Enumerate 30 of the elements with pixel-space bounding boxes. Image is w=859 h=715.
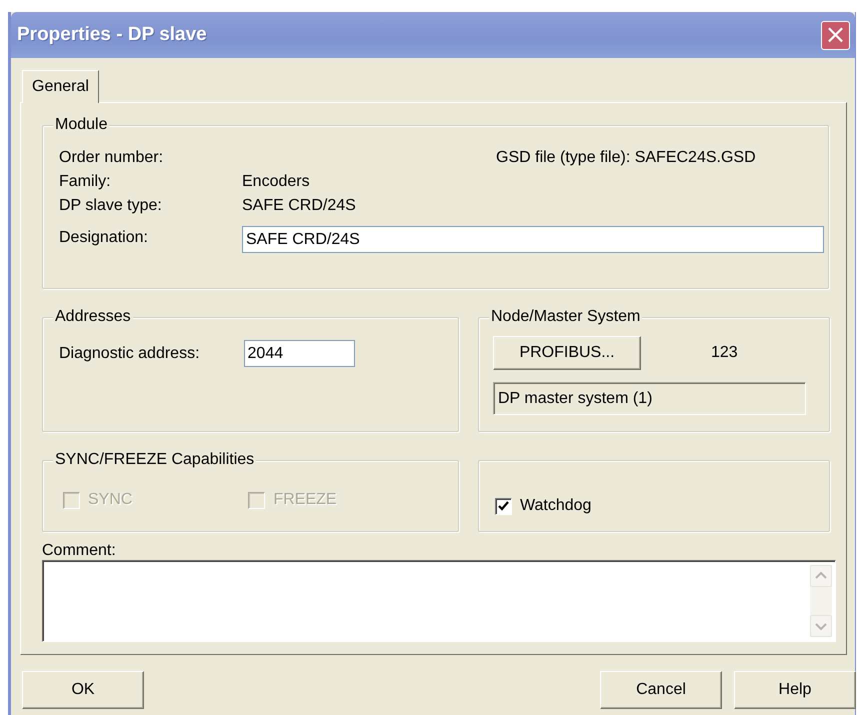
field-label: Order number: (59, 148, 164, 168)
group-label: Node/Master System (489, 308, 642, 326)
designation-field[interactable]: SAFE CRD/24S (242, 226, 824, 253)
checkbox-label: FREEZE (273, 491, 337, 509)
close-button[interactable]: × (821, 20, 850, 50)
profibus-button[interactable]: PROFIBUS... (493, 336, 641, 370)
checkbox-label: Watchdog (520, 497, 592, 515)
diagnostic-address-field[interactable]: 2044 (244, 340, 355, 367)
scroll-down-icon[interactable] (810, 615, 832, 637)
scroll-up-icon[interactable] (810, 565, 832, 587)
checkbox[interactable] (495, 498, 512, 514)
scrollbar[interactable] (810, 565, 832, 637)
dialog-button[interactable]: Help (734, 671, 856, 709)
field-value: SAFE CRD/24S (242, 196, 357, 216)
window-title: Properties - DP slave (17, 24, 207, 46)
master-system-field: DP master system (1) (493, 382, 806, 415)
comment-label: Comment: (42, 542, 117, 560)
field-label: DP slave type: (59, 196, 163, 216)
dialog-button[interactable]: OK (22, 671, 144, 709)
field-label: Family: (59, 172, 112, 192)
comment-field[interactable] (42, 560, 836, 642)
field-label: Diagnostic address: (59, 344, 200, 362)
gsd-file-text: GSD file (type file): SAFEC24S.GSD (496, 148, 757, 168)
node-number: 123 (711, 344, 738, 362)
field-label: Designation: (59, 228, 149, 248)
field-value: Encoders (242, 172, 311, 192)
tab[interactable]: General (22, 70, 99, 103)
dialog-button[interactable]: Cancel (600, 671, 722, 709)
group-label: SYNC/FREEZE Capabilities (53, 451, 256, 469)
checkbox-label: SYNC (88, 491, 132, 509)
